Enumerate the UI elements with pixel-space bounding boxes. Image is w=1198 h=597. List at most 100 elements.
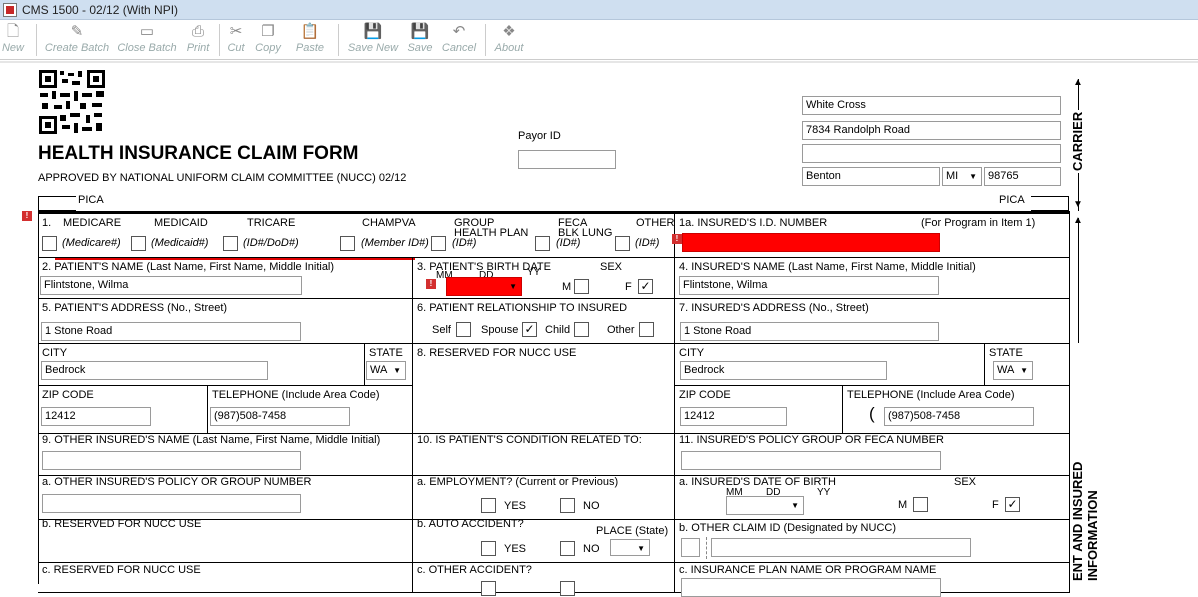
insured-zip-input[interactable]: 12412 [680,407,787,426]
new-button[interactable]: 🗋 New [0,22,26,58]
window-title: CMS 1500 - 02/12 (With NPI) [22,3,179,17]
save-button[interactable]: 💾 Save [406,22,434,58]
other-claim-id-input[interactable] [711,538,971,557]
undo-icon: ↶ [452,23,466,40]
other-insured-policy-input[interactable] [42,494,301,513]
window-titlebar: CMS 1500 - 02/12 (With NPI) [0,0,1198,20]
item6-label: 6. PATIENT RELATIONSHIP TO INSURED [417,302,628,314]
payor-id-input[interactable] [518,150,616,169]
insured-dob-select[interactable]: ▼ [726,496,804,515]
item1-label: 1. [42,217,52,229]
item5-label: 5. PATIENT'S ADDRESS (No., Street) [42,302,228,314]
other-checkbox[interactable] [615,236,630,251]
insured-city-input[interactable]: Bedrock [680,361,887,380]
cancel-button[interactable]: ↶ Cancel [441,22,477,58]
self-label: Self [432,324,451,336]
patient-name-input[interactable]: Flintstone, Wilma [40,276,302,295]
medicaid-checkbox[interactable] [131,236,146,251]
arrow-up-icon: ▲ [1073,77,1083,88]
save-new-button[interactable]: 💾 Save New [347,22,399,58]
insured-sex-f-checkbox[interactable]: ✓ [1005,497,1020,512]
employment-yes-label: YES [504,500,527,512]
patient-bracket-line [1078,218,1079,343]
carrier-state-select[interactable]: MI ▼ [942,167,982,186]
carrier-name-input[interactable]: White Cross [802,96,1061,115]
relationship-other-checkbox[interactable] [639,322,654,337]
auto-no-label: NO [583,543,600,555]
item2-label: 2. PATIENT'S NAME (Last Name, First Name… [42,261,335,273]
medicare-checkbox[interactable] [42,236,57,251]
place-state-label: PLACE (State) [596,525,669,537]
relationship-spouse-checkbox[interactable]: ✓ [522,322,537,337]
item9b-label: b. RESERVED FOR NUCC USE [42,518,202,530]
champva-checkbox[interactable] [340,236,355,251]
about-button[interactable]: ❖ About [492,22,526,58]
yy-label: YY [527,267,541,278]
medicare-label: MEDICARE [63,217,122,229]
print-button[interactable]: ⎙ Print [184,22,212,58]
child-label: Child [545,324,571,336]
patient-state-select[interactable]: WA ▼ [366,361,406,380]
arrow-down-icon: ▼ [1073,199,1083,210]
error-icon: ! [22,211,32,221]
insured-sex-m-checkbox[interactable] [913,497,928,512]
about-icon: ❖ [502,23,516,40]
chevron-down-icon: ▼ [637,544,645,553]
item10c-label: c. OTHER ACCIDENT? [417,564,532,576]
carrier-address2-input[interactable] [802,144,1061,163]
chevron-down-icon: ▼ [969,172,977,181]
insured-sex-m-label: M [898,499,908,511]
feca-checkbox[interactable] [535,236,550,251]
patient-sex-m-checkbox[interactable] [574,279,589,294]
relationship-child-checkbox[interactable] [574,322,589,337]
employment-yes-checkbox[interactable] [481,498,496,513]
auto-accident-yes-checkbox[interactable] [481,541,496,556]
group-checkbox[interactable] [431,236,446,251]
carrier-zip-input[interactable]: 98765 [984,167,1061,186]
insured-id-input[interactable] [682,233,940,252]
insured-address-input[interactable]: 1 Stone Road [680,322,939,341]
patient-phone-input[interactable]: (987)508-7458 [210,407,350,426]
birth-date-select[interactable]: ▼ [446,277,522,296]
auto-yes-label: YES [504,543,527,555]
payor-id-label: Payor ID [518,130,561,142]
other-sub: (ID#) [635,237,660,249]
pica-right-boxes[interactable] [1031,196,1069,211]
auto-accident-state-select[interactable]: ▼ [610,539,650,556]
insured-name-input[interactable]: Flintstone, Wilma [679,276,939,295]
close-batch-button[interactable]: ▭ Close Batch [117,22,177,58]
other-insured-name-input[interactable] [42,451,301,470]
app-icon [3,3,17,17]
tricare-checkbox[interactable] [223,236,238,251]
insured-state-select[interactable]: WA ▼ [993,361,1033,380]
item7-label: 7. INSURED'S ADDRESS (No., Street) [679,302,869,314]
cut-button[interactable]: ✂ Cut [225,22,247,58]
sex-label: SEX [600,261,623,273]
close-batch-icon: ▭ [139,23,155,40]
patient-sex-f-checkbox[interactable]: ✓ [638,279,653,294]
auto-accident-no-checkbox[interactable] [560,541,575,556]
patient-city-input[interactable]: Bedrock [41,361,268,380]
patient-side-label: ENT AND INSURED INFORMATION [1070,455,1100,583]
relationship-self-checkbox[interactable] [456,322,471,337]
champva-sub: (Member ID#) [361,237,429,249]
copy-button[interactable]: ❐ Copy [253,22,283,58]
champva-label: CHAMPVA [362,217,416,229]
carrier-address-input[interactable]: 7834 Randolph Road [802,121,1061,140]
other-claim-qualifier-input[interactable] [681,538,700,557]
paste-button[interactable]: 📋 Paste [294,22,326,58]
insured-state-label: STATE [989,347,1023,359]
insured-policy-group-input[interactable] [681,451,941,470]
patient-zip-input[interactable]: 12412 [41,407,151,426]
create-batch-button[interactable]: ✎ Create Batch [44,22,110,58]
employment-no-checkbox[interactable] [560,498,575,513]
other-accident-no-checkbox[interactable] [560,581,575,596]
patient-address-input[interactable]: 1 Stone Road [41,322,301,341]
other-accident-yes-checkbox[interactable] [481,581,496,596]
pica-left-boxes[interactable] [38,196,76,211]
pica-left-label: PICA [78,194,104,206]
carrier-city-input[interactable]: Benton [802,167,940,186]
item9c-label: c. RESERVED FOR NUCC USE [42,564,201,576]
insured-phone-input[interactable]: (987)508-7458 [884,407,1034,426]
phone-paren: ( [869,404,875,423]
